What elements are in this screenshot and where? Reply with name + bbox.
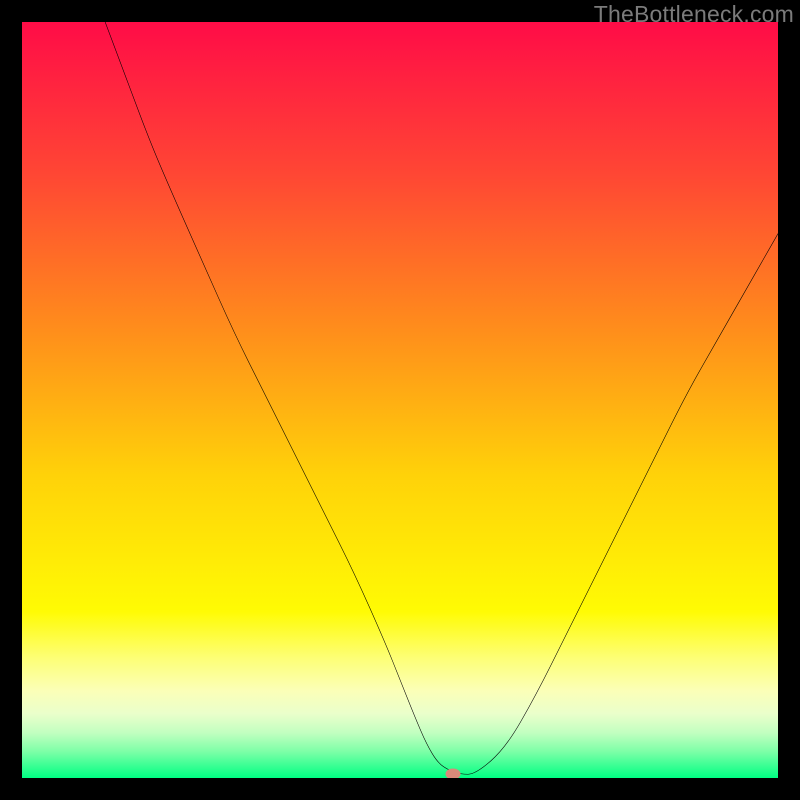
chart-stage: TheBottleneck.com xyxy=(0,0,800,800)
attribution-text: TheBottleneck.com xyxy=(594,1,794,28)
bottleneck-curve xyxy=(22,22,778,778)
plot-area xyxy=(22,22,778,778)
optimal-point-marker xyxy=(445,769,460,778)
